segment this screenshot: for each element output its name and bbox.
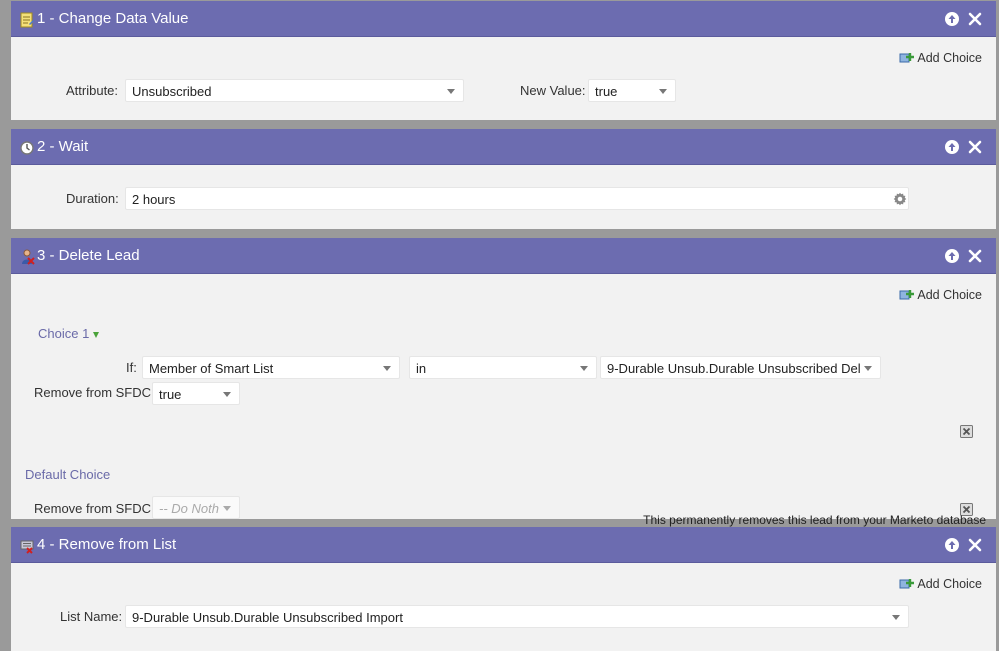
step-title: 4 - Remove from List	[37, 536, 177, 553]
new-value-label: New Value:	[520, 83, 586, 98]
smart-list-value: 9-Durable Unsub.Durable Unsubscribed Del…	[607, 361, 860, 376]
if-condition-select[interactable]: Member of Smart List	[142, 356, 400, 379]
add-choice-icon	[899, 53, 915, 63]
step-header[interactable]: 1 - Change Data Value	[11, 1, 996, 37]
remove-from-sfdc-value: true	[159, 387, 182, 402]
attribute-label: Attribute:	[66, 83, 119, 98]
chevron-down-icon	[383, 366, 391, 371]
if-condition-value: Member of Smart List	[149, 361, 274, 376]
close-icon[interactable]	[967, 248, 983, 264]
move-up-icon[interactable]	[944, 537, 960, 553]
default-remove-from-sfdc-select[interactable]: -- Do Nothing --	[152, 496, 240, 519]
flow-step-delete-lead: 3 - Delete Lead Add Choice Choice 1 If: …	[11, 238, 996, 527]
chevron-down-icon	[864, 366, 872, 371]
change-data-value-icon	[20, 12, 34, 28]
move-up-icon[interactable]	[944, 139, 960, 155]
operator-value: in	[416, 361, 427, 376]
attribute-value: Unsubscribed	[132, 84, 212, 99]
chevron-down-icon	[580, 366, 588, 371]
step-title: 2 - Wait	[37, 138, 89, 155]
add-choice-icon	[899, 579, 915, 589]
step-header[interactable]: 3 - Delete Lead	[11, 238, 996, 274]
operator-select[interactable]: in	[409, 356, 597, 379]
step-body: Add Choice Choice 1 If: Member of Smart …	[11, 274, 996, 527]
if-label: If:	[126, 360, 137, 375]
chevron-down-icon	[223, 506, 231, 511]
flow-step-wait: 2 - Wait Duration: 2 hours	[11, 129, 996, 229]
list-name-label: List Name:	[60, 609, 123, 624]
chevron-down-icon	[659, 89, 667, 94]
step-body: Duration: 2 hours	[11, 165, 996, 229]
smart-list-select[interactable]: 9-Durable Unsub.Durable Unsubscribed Del…	[600, 356, 881, 379]
list-name-value: 9-Durable Unsub.Durable Unsubscribed Imp…	[132, 610, 403, 625]
remove-from-list-icon	[20, 540, 34, 554]
list-name-select[interactable]: 9-Durable Unsub.Durable Unsubscribed Imp…	[125, 605, 909, 628]
chevron-down-icon	[447, 89, 455, 94]
duration-label: Duration:	[66, 191, 119, 206]
choice-1-toggle[interactable]: Choice 1	[38, 326, 100, 341]
new-value-select[interactable]: true	[588, 79, 676, 102]
choice-1-label: Choice 1	[38, 326, 90, 341]
move-up-icon[interactable]	[944, 248, 960, 264]
duration-input[interactable]: 2 hours	[125, 187, 909, 210]
duration-value: 2 hours	[132, 192, 176, 207]
step-title: 1 - Change Data Value	[37, 10, 189, 27]
step-header[interactable]: 4 - Remove from List	[11, 527, 996, 563]
add-choice-button[interactable]: Add Choice	[899, 577, 982, 591]
remove-from-sfdc-label: Remove from SFDC:	[34, 385, 155, 400]
attribute-select[interactable]: Unsubscribed	[125, 79, 464, 102]
add-choice-button[interactable]: Add Choice	[899, 288, 982, 302]
delete-choice-icon[interactable]	[960, 425, 973, 438]
close-icon[interactable]	[967, 537, 983, 553]
step-header[interactable]: 2 - Wait	[11, 129, 996, 165]
default-remove-from-sfdc-value: -- Do Nothing --	[159, 501, 219, 516]
delete-lead-icon	[22, 249, 35, 265]
gear-icon[interactable]	[893, 192, 907, 206]
chevron-down-icon	[892, 615, 900, 620]
new-value: true	[595, 84, 618, 99]
step-body: Add Choice List Name: 9-Durable Unsub.Du…	[11, 563, 996, 651]
add-choice-label: Add Choice	[917, 51, 982, 65]
delete-warning-note: This permanently removes this lead from …	[643, 513, 986, 527]
step-title: 3 - Delete Lead	[37, 247, 140, 264]
close-icon[interactable]	[967, 139, 983, 155]
add-choice-icon	[899, 290, 915, 300]
step-body: Add Choice Attribute: Unsubscribed New V…	[11, 37, 996, 120]
expand-triangle-icon	[93, 331, 100, 338]
close-icon[interactable]	[967, 11, 983, 27]
clock-icon	[20, 141, 34, 155]
default-remove-from-sfdc-label: Remove from SFDC:	[34, 501, 155, 516]
add-choice-button[interactable]: Add Choice	[899, 51, 982, 65]
add-choice-label: Add Choice	[917, 577, 982, 591]
remove-from-sfdc-select[interactable]: true	[152, 382, 240, 405]
move-up-icon[interactable]	[944, 11, 960, 27]
add-choice-label: Add Choice	[917, 288, 982, 302]
flow-step-remove-from-list: 4 - Remove from List Add Choice List Nam…	[11, 527, 996, 651]
flow-step-change-data-value: 1 - Change Data Value Add Choice Attribu…	[11, 1, 996, 120]
chevron-down-icon	[223, 392, 231, 397]
default-choice-label[interactable]: Default Choice	[25, 467, 110, 482]
